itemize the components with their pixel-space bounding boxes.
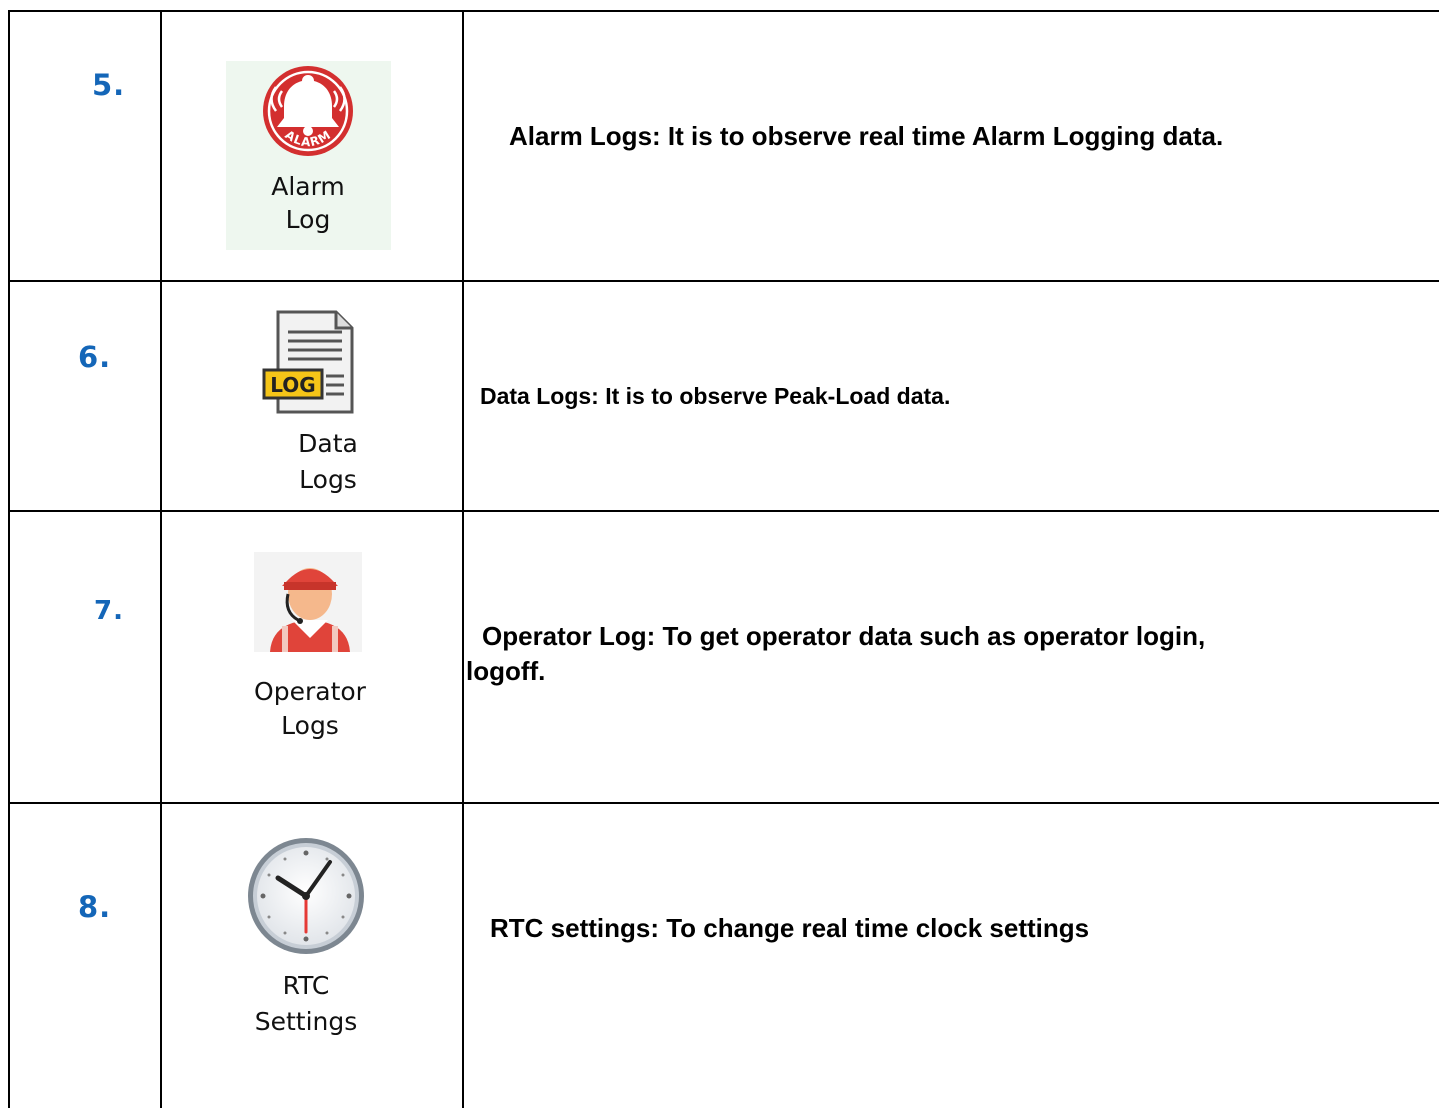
row-description-line-2: logoff. (466, 656, 546, 686)
icon-label-line-2: Settings (254, 1007, 358, 1036)
feature-table: 5. ALARM Alarm Log Alarm Logs: It is to … (0, 0, 1439, 1108)
icon-label-line-1: Operator (254, 677, 366, 706)
column-divider-2 (462, 10, 464, 1108)
column-divider-1 (160, 10, 162, 1108)
alarm-log-icon-tile: ALARM Alarm Log (226, 61, 391, 250)
table-border-top (8, 10, 1439, 12)
log-document-icon: LOG (262, 310, 354, 414)
clock-icon (248, 838, 364, 954)
icon-label-line-2: Logs (299, 465, 357, 494)
icon-label-line-1: Data (298, 429, 358, 458)
row-divider-2 (8, 510, 1439, 512)
alarm-bell-icon: ALARM (263, 66, 353, 156)
icon-label-line-1: Alarm (271, 172, 345, 201)
row-description: Alarm Logs: It is to observe real time A… (509, 121, 1224, 151)
icon-label-line-2: Log (285, 205, 331, 234)
row-description: Data Logs: It is to observe Peak-Load da… (480, 383, 951, 409)
row-divider-3 (8, 802, 1439, 804)
table-border-left (8, 10, 10, 1108)
row-description: RTC settings: To change real time clock … (490, 913, 1090, 943)
row-number: 6. (78, 340, 112, 374)
row-number: 8. (78, 890, 112, 924)
row-number: 7. (94, 596, 124, 626)
icon-label-line-1: RTC (282, 971, 330, 1000)
row-description-line-1: Operator Log: To get operator data such … (482, 621, 1206, 651)
svg-text:LOG: LOG (270, 373, 315, 397)
rtc-settings-icon-tile: RTC Settings (206, 830, 406, 1050)
icon-label-line-2: Logs (281, 711, 339, 740)
operator-log-icon-tile: Operator Logs (210, 548, 410, 748)
row-divider-1 (8, 280, 1439, 282)
data-log-icon-tile: LOG Data Logs (226, 300, 426, 500)
row-number: 5. (92, 68, 126, 102)
operator-headset-icon (254, 552, 362, 652)
